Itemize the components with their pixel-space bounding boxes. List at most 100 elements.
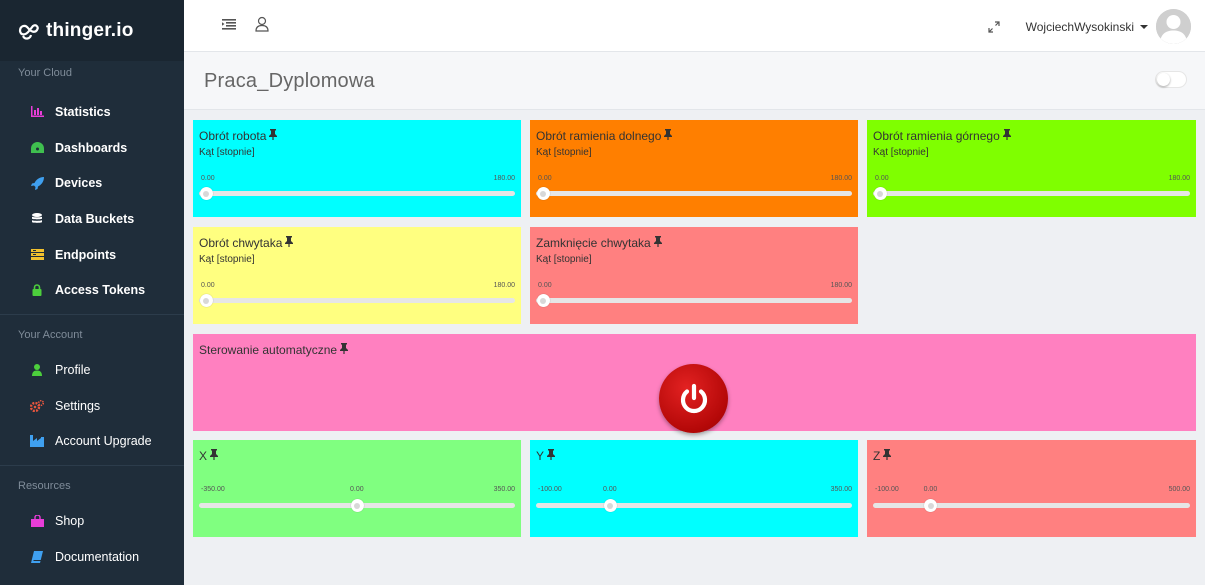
widget-sterowanie-automatyczne: Sterowanie automatyczne	[193, 334, 1196, 433]
widget-zamkniecie-chwytaka: Zamknięcie chwytaka Kąt [stopnie] 0.00 1…	[530, 227, 858, 324]
slider-track[interactable]	[873, 503, 1190, 508]
database-icon	[30, 212, 44, 226]
slider-min: -100.00	[875, 486, 899, 493]
pin-icon[interactable]	[546, 449, 556, 463]
sidebar-item-label: Endpoints	[55, 247, 117, 262]
slider-max: 180.00	[1168, 175, 1190, 182]
slider-min: 0.00	[201, 175, 215, 182]
widget-subtitle: Kąt [stopnie]	[199, 254, 255, 265]
widget-title-text: Sterowanie automatyczne	[199, 343, 338, 357]
pin-icon[interactable]	[882, 449, 892, 463]
widget-title: Zamknięcie chwytaka	[536, 236, 663, 250]
widget-title-text: Obrót ramienia górnego	[873, 129, 1000, 143]
sidebar-item-settings[interactable]: Settings	[0, 388, 184, 424]
slider-track[interactable]	[536, 298, 852, 303]
section-your-account: Your Account	[18, 329, 83, 342]
slider-value: 0.00	[350, 486, 364, 493]
sidebar-item-label: Access Tokens	[55, 283, 146, 298]
sidebar-item-shop[interactable]: Shop	[0, 503, 184, 539]
slider-track[interactable]	[536, 191, 852, 196]
slider-handle[interactable]	[536, 187, 550, 200]
endpoints-icon	[30, 248, 44, 262]
sidebar-item-label: Data Buckets	[55, 211, 135, 226]
sidebar-item-statistics[interactable]: Statistics	[0, 94, 184, 130]
widget-title: X	[199, 449, 219, 463]
sidebar-item-label: Account Upgrade	[55, 434, 152, 449]
topbar: WojciechWysokinski	[184, 0, 1205, 52]
widget-title-text: Obrót ramienia dolnego	[536, 129, 662, 143]
avatar[interactable]	[1156, 9, 1191, 44]
widget-title: Y	[536, 449, 556, 463]
widget-x: X -350.00 0.00 350.00	[193, 440, 521, 537]
power-button[interactable]	[659, 364, 728, 433]
username[interactable]: WojciechWysokinski	[1026, 20, 1134, 34]
slider-track[interactable]	[873, 191, 1190, 196]
resources-nav: Shop Documentation	[0, 503, 184, 574]
edit-mode-toggle[interactable]	[1155, 71, 1187, 88]
slider-max: 180.00	[493, 175, 515, 182]
sidebar-item-endpoints[interactable]: Endpoints	[0, 237, 184, 273]
sidebar-item-label: Devices	[55, 176, 103, 191]
slider-track[interactable]	[199, 298, 515, 303]
slider-min: 0.00	[875, 175, 889, 182]
sidebar-item-label: Dashboards	[55, 140, 128, 155]
pin-icon[interactable]	[284, 236, 294, 250]
slider-min: 0.00	[538, 282, 552, 289]
slider-handle[interactable]	[873, 187, 887, 200]
pin-icon[interactable]	[209, 449, 219, 463]
sidebar-item-data-buckets[interactable]: Data Buckets	[0, 201, 184, 237]
widget-subtitle: Kąt [stopnie]	[536, 147, 592, 158]
lock-icon	[30, 283, 44, 297]
logo[interactable]: thinger.io	[0, 0, 184, 61]
widget-title-text: Obrót chwytaka	[199, 236, 283, 250]
widget-title: Z	[873, 449, 892, 463]
slider-handle[interactable]	[199, 294, 213, 307]
pin-icon[interactable]	[653, 236, 663, 250]
slider-handle[interactable]	[603, 499, 617, 512]
sidebar-item-dashboards[interactable]: Dashboards	[0, 130, 184, 166]
pin-icon[interactable]	[268, 129, 278, 143]
widget-obrot-ramienia-dolnego: Obrót ramienia dolnego Kąt [stopnie] 0.0…	[530, 120, 858, 217]
user-area: WojciechWysokinski	[988, 9, 1191, 44]
chart-icon	[30, 105, 44, 119]
slider-min: -350.00	[201, 486, 225, 493]
slider-handle[interactable]	[199, 187, 213, 200]
widget-subtitle: Kąt [stopnie]	[199, 147, 255, 158]
slider-min: 0.00	[201, 282, 215, 289]
widget-y: Y -100.00 0.00 350.00	[530, 440, 858, 537]
slider-handle[interactable]	[924, 499, 938, 512]
sidebar-item-documentation[interactable]: Documentation	[0, 539, 184, 575]
user-outline-icon[interactable]	[254, 16, 270, 32]
slider-handle[interactable]	[536, 294, 550, 307]
widget-title: Obrót ramienia górnego	[873, 129, 1012, 143]
toggle-knob	[1157, 73, 1170, 86]
widget-title-text: Y	[536, 449, 545, 463]
slider-min: -100.00	[538, 486, 562, 493]
slider-handle[interactable]	[350, 499, 364, 512]
section-resources: Resources	[18, 480, 71, 493]
slider-max: 350.00	[493, 486, 515, 493]
slider-max: 500.00	[1168, 486, 1190, 493]
logo-text: thinger.io	[46, 19, 134, 41]
slider-value: 0.00	[923, 486, 938, 493]
sidebar-item-label: Settings	[55, 398, 101, 413]
sidebar-item-devices[interactable]: Devices	[0, 165, 184, 201]
pin-icon[interactable]	[339, 343, 349, 357]
chevron-down-icon[interactable]	[1140, 24, 1148, 29]
sidebar-divider	[0, 314, 184, 316]
pin-icon[interactable]	[663, 129, 673, 143]
sidebar-item-access-tokens[interactable]: Access Tokens	[0, 272, 184, 308]
page-header: Praca_Dyplomowa	[184, 52, 1205, 110]
sidebar-item-account-upgrade[interactable]: Account Upgrade	[0, 424, 184, 460]
fullscreen-icon[interactable]	[988, 20, 1000, 33]
sidebar-item-profile[interactable]: Profile	[0, 352, 184, 388]
widget-z: Z -100.00 0.00 500.00	[867, 440, 1196, 537]
slider-track[interactable]	[536, 503, 852, 508]
pin-icon[interactable]	[1002, 129, 1012, 143]
widget-obrot-robota: Obrót robota Kąt [stopnie] 0.00 180.00	[193, 120, 521, 217]
widget-obrot-chwytaka: Obrót chwytaka Kąt [stopnie] 0.00 180.00	[193, 227, 521, 324]
slider-track[interactable]	[199, 191, 515, 196]
book-icon	[30, 550, 44, 564]
widget-subtitle: Kąt [stopnie]	[873, 147, 929, 158]
menu-toggle-icon[interactable]	[221, 16, 237, 32]
